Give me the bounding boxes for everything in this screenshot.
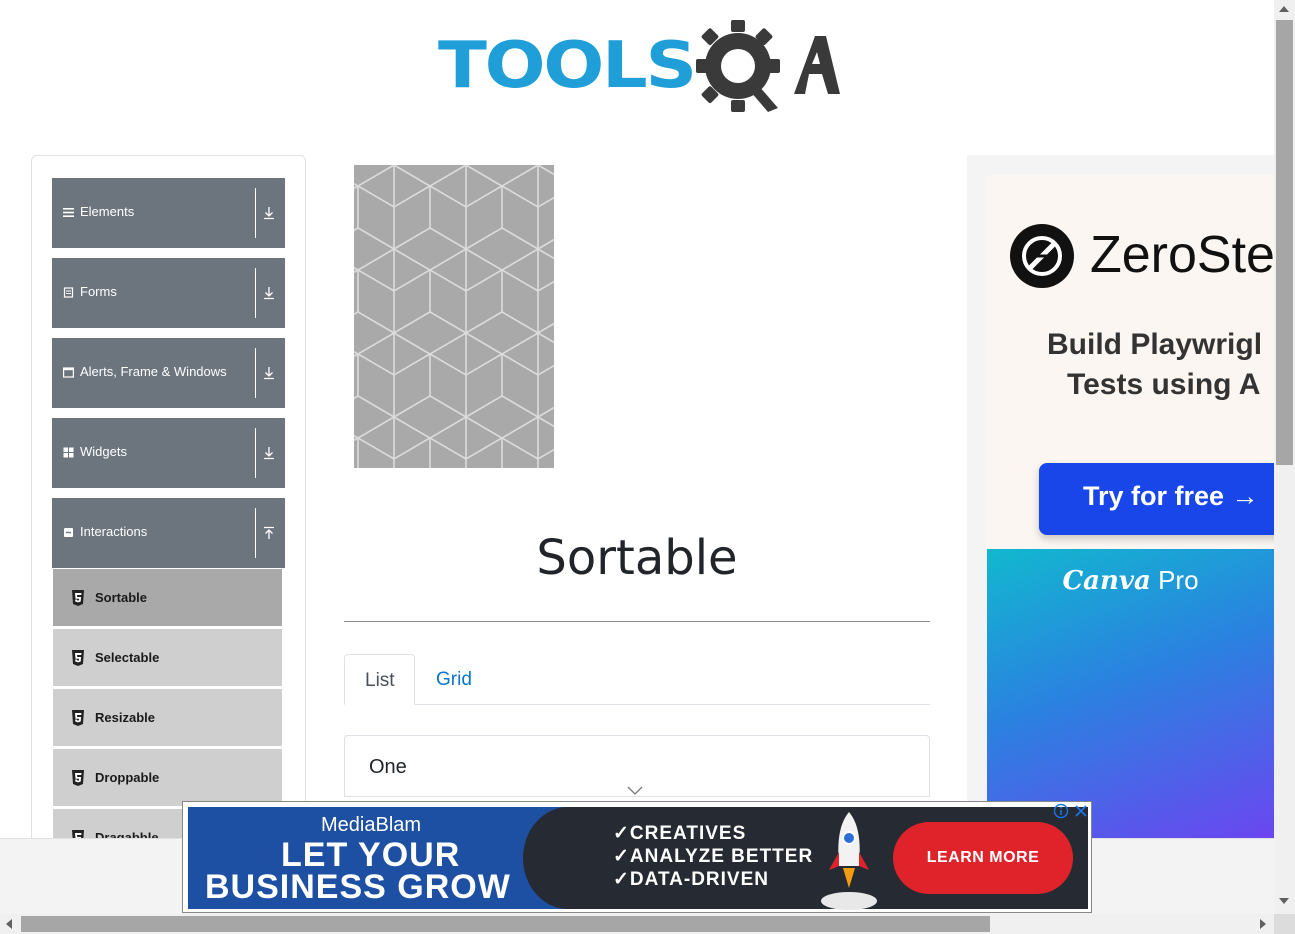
sidebar-item-sortable[interactable]: Sortable <box>53 568 282 626</box>
scroll-left-arrow-icon[interactable] <box>6 919 12 929</box>
banner-pattern-image <box>354 165 554 468</box>
divider <box>255 348 256 398</box>
sidebar-group-widgets[interactable]: Widgets <box>52 418 285 488</box>
html5-icon <box>72 590 84 606</box>
sidebar-group-label: Interactions <box>80 524 148 539</box>
toolsqa-logo[interactable]: TOOLS <box>436 18 842 114</box>
sidebar-group-interactions[interactable]: Interactions <box>52 498 285 568</box>
sidebar-group-alerts-frame-windows[interactable]: Alerts, Frame & Windows <box>52 338 285 408</box>
title-divider <box>344 621 930 622</box>
vertical-scroll-thumb[interactable] <box>1276 20 1293 465</box>
window-icon <box>63 367 74 378</box>
sidebar-item-resizable[interactable]: Resizable <box>53 688 282 746</box>
canva-brand: Canva <box>1062 566 1151 596</box>
ad-check-item: ✓DATA-DRIVEN <box>613 869 769 890</box>
tab-list[interactable]: List <box>344 654 415 705</box>
sidebar: Elements Forms Alerts, Frame & Windows W… <box>31 155 306 855</box>
page-title: Sortable <box>536 530 738 586</box>
ad-headline-line1: Build Playwrigl <box>1047 328 1263 361</box>
scroll-down-arrow-icon[interactable] <box>1279 898 1289 904</box>
chevron-down-icon <box>627 786 643 795</box>
sidebar-item-selectable[interactable]: Selectable <box>53 628 282 686</box>
sidebar-item-label: Selectable <box>95 650 160 665</box>
sidebar-group-elements[interactable]: Elements <box>52 178 285 248</box>
canva-pro-label: Canva Pro <box>987 565 1274 596</box>
divider <box>255 508 256 558</box>
scroll-up-arrow-icon[interactable] <box>1279 6 1289 12</box>
close-icon[interactable] <box>1073 803 1089 819</box>
try-for-free-button[interactable]: Try for free → <box>1039 463 1274 535</box>
vertical-scrollbar[interactable] <box>1274 0 1295 914</box>
ad-brand-name: ZeroSte <box>1090 226 1274 284</box>
info-icon[interactable] <box>1053 803 1069 819</box>
sidebar-item-droppable[interactable]: Droppable <box>53 748 282 806</box>
divider <box>255 268 256 318</box>
sidebar-group-label: Alerts, Frame & Windows <box>80 364 227 379</box>
ad-headline-line2: BUSINESS GROW <box>205 868 511 906</box>
expand-down-icon[interactable] <box>263 446 275 460</box>
ad-check-item: ✓CREATIVES <box>613 823 747 844</box>
zerostep-ad-panel: ZeroSte Build Playwrigl Tests using A Tr… <box>987 175 1274 549</box>
interaction-icon <box>64 528 73 537</box>
divider <box>255 428 256 478</box>
horizontal-scrollbar[interactable] <box>0 914 1274 934</box>
menu-lines-icon <box>63 208 74 217</box>
rocket-icon <box>821 812 877 910</box>
logo-text: TOOLS <box>438 29 697 103</box>
form-icon <box>63 287 74 298</box>
canva-ad-panel[interactable]: Canva Pro <box>987 549 1274 838</box>
collapse-up-icon[interactable] <box>263 526 275 540</box>
ad-brand-mediablam: MediaBlam <box>321 814 422 836</box>
sidebar-item-label: Droppable <box>95 770 160 785</box>
html5-icon <box>72 650 84 666</box>
html5-icon <box>72 710 84 726</box>
ad-headline-line2: Tests using A <box>1067 368 1261 401</box>
logo-gear-qa-icon <box>696 20 840 112</box>
canva-suffix: Pro <box>1158 565 1199 595</box>
sidebar-group-forms[interactable]: Forms <box>52 258 285 328</box>
sidebar-group-label: Elements <box>80 204 135 219</box>
html5-icon <box>72 770 84 786</box>
scroll-right-arrow-icon[interactable] <box>1260 919 1266 929</box>
tab-grid[interactable]: Grid <box>416 654 492 705</box>
bottom-advertisement[interactable]: MediaBlam LET YOUR BUSINESS GROW ✓CREATI… <box>182 801 1092 913</box>
expand-down-icon[interactable] <box>263 286 275 300</box>
zerostep-logo-icon <box>1010 224 1074 288</box>
horizontal-scroll-thumb[interactable] <box>21 916 990 932</box>
sidebar-item-label: Resizable <box>95 710 155 725</box>
sidebar-group-label: Forms <box>80 284 117 299</box>
ad-check-item: ✓ANALYZE BETTER <box>613 846 814 867</box>
grid-icon <box>63 447 74 458</box>
expand-down-icon[interactable] <box>263 366 275 380</box>
right-advertisement[interactable]: ZeroSte Build Playwrigl Tests using A Tr… <box>967 155 1274 838</box>
scrollbar-corner <box>1274 914 1295 934</box>
sidebar-group-label: Widgets <box>80 444 127 459</box>
sidebar-item-label: Sortable <box>95 590 148 605</box>
expand-down-icon[interactable] <box>263 206 275 220</box>
divider <box>255 188 256 238</box>
learn-more-button[interactable]: LEARN MORE <box>893 822 1073 894</box>
